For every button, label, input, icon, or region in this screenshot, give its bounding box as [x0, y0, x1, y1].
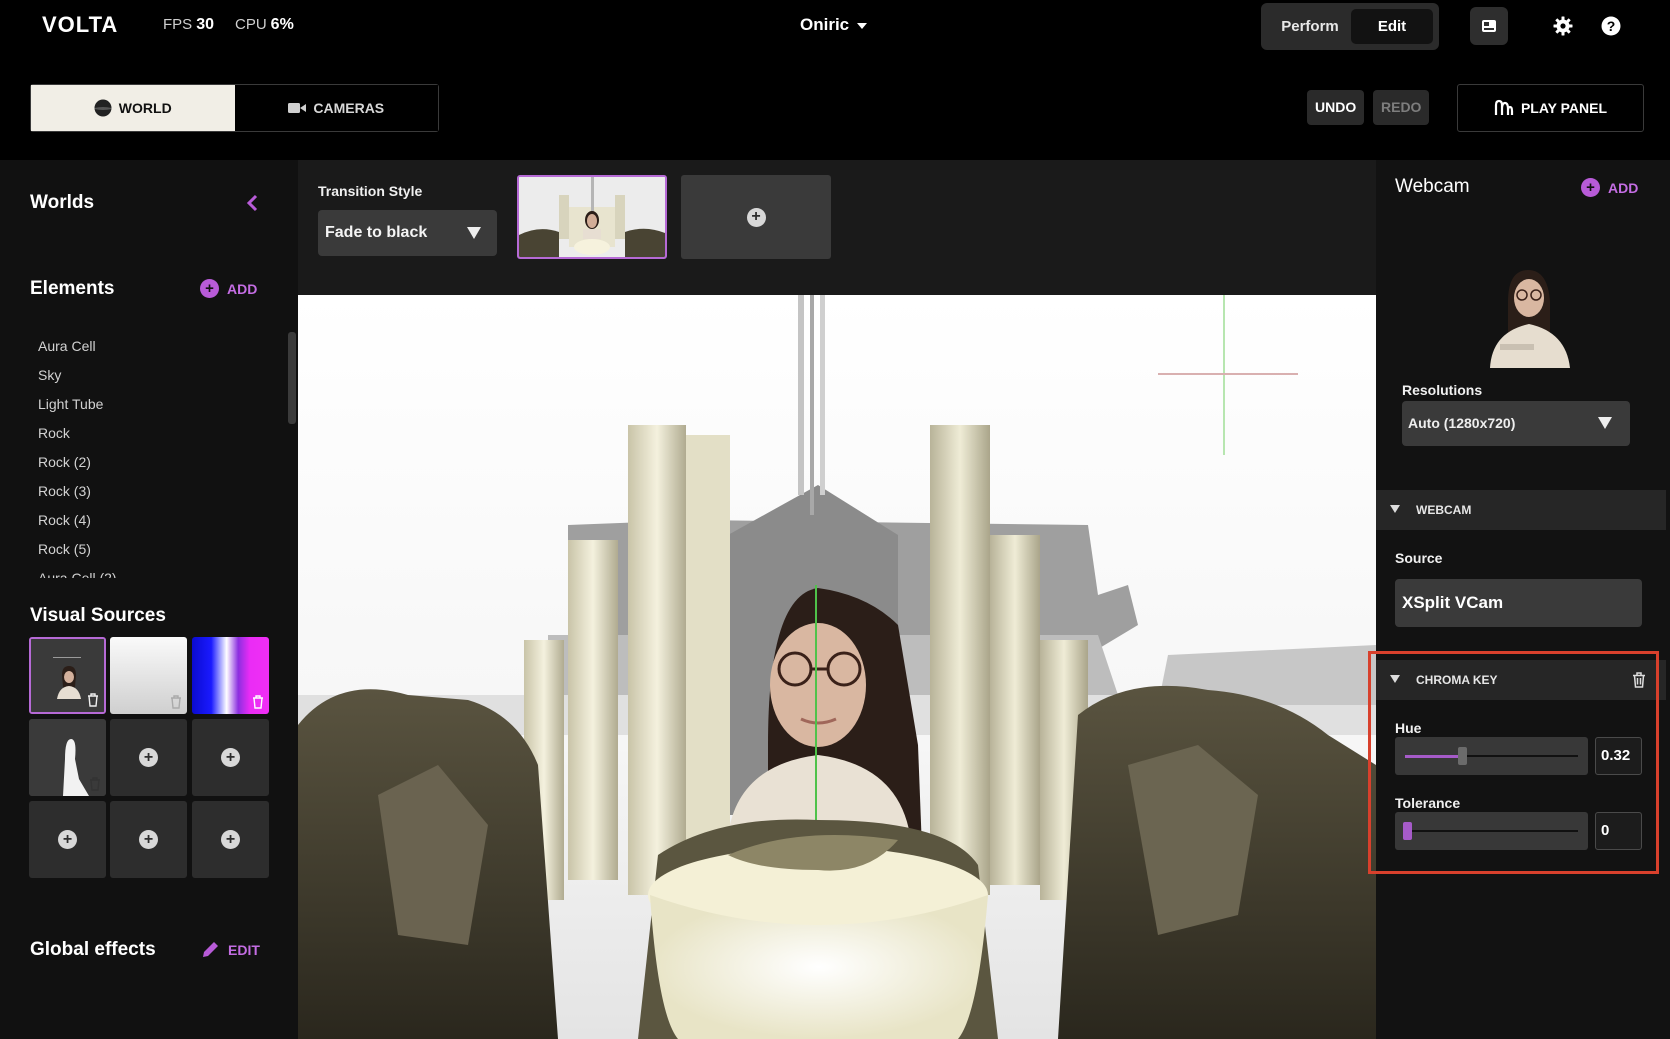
source-field[interactable]: XSplit VCam	[1395, 579, 1642, 627]
scene-viewport[interactable]	[298, 295, 1376, 1039]
add-visual-source-slot[interactable]: +	[29, 801, 106, 878]
collapse-chevron-icon[interactable]	[245, 194, 259, 212]
dropdown-arrow-icon	[1598, 417, 1612, 429]
elements-title: Elements	[30, 278, 115, 299]
transition-style-select[interactable]: Fade to black	[318, 210, 497, 256]
add-element-label: ADD	[227, 280, 258, 297]
resolutions-label: Resolutions	[1402, 382, 1483, 398]
add-visual-source-slot[interactable]: +	[192, 719, 269, 796]
add-visual-source-slot[interactable]: +	[192, 801, 269, 878]
plus-circle-icon: +	[58, 830, 77, 849]
plus-circle-icon: +	[139, 748, 158, 767]
fps-value: 30	[196, 16, 214, 33]
edit-global-effects-label: EDIT	[228, 942, 260, 958]
webcam-section-header[interactable]: WEBCAM	[1376, 490, 1666, 530]
list-item[interactable]: Aura Cell	[38, 332, 278, 361]
project-selector[interactable]: Oniric	[800, 15, 868, 35]
add-visual-source-slot[interactable]: +	[110, 801, 187, 878]
chroma-key-highlight-box	[1368, 651, 1659, 874]
settings-button[interactable]	[1544, 7, 1582, 45]
redo-button[interactable]: REDO	[1373, 90, 1430, 125]
world-thumbnail[interactable]	[517, 175, 667, 259]
add-world-button[interactable]: +	[681, 175, 831, 259]
project-name: Oniric	[800, 15, 850, 34]
list-item[interactable]: Rock (5)	[38, 535, 278, 564]
transition-style-value: Fade to black	[325, 224, 428, 241]
list-item[interactable]: Rock (2)	[38, 448, 278, 477]
list-item[interactable]: Aura Cell (2)	[38, 564, 278, 578]
tab-world[interactable]: WORLD	[31, 85, 235, 131]
add-element-button[interactable]: + ADD	[200, 279, 257, 298]
list-item[interactable]: Light Tube	[38, 390, 278, 419]
gear-icon	[1553, 16, 1573, 36]
cpu-readout: CPU 6%	[235, 16, 294, 34]
plus-circle-icon: +	[221, 830, 240, 849]
visual-source-color-bars[interactable]	[192, 637, 269, 714]
tab-cameras[interactable]: CAMERAS	[234, 85, 438, 131]
tab-cameras-label: CAMERAS	[313, 100, 385, 116]
top-bar: VOLTA FPS 30 CPU 6% Oniric Perform Edit ?	[0, 0, 1670, 52]
worlds-title: Worlds	[30, 192, 95, 213]
trash-icon[interactable]	[89, 777, 101, 791]
view-tabs: WORLD CAMERAS	[30, 84, 439, 132]
undo-button[interactable]: UNDO	[1307, 90, 1365, 125]
plus-circle-icon: +	[1581, 178, 1600, 197]
world-preview-image	[519, 177, 665, 257]
edit-global-effects-button[interactable]: EDIT	[200, 940, 260, 960]
fps-label: FPS	[163, 16, 193, 33]
cpu-value: 6%	[270, 16, 294, 33]
elements-scrollbar[interactable]	[288, 332, 296, 424]
webcam-section-title: WEBCAM	[1416, 503, 1472, 517]
webcam-preview-image	[1480, 262, 1576, 368]
trash-icon[interactable]	[170, 695, 182, 709]
svg-text:?: ?	[1607, 18, 1616, 34]
plus-circle-icon: +	[200, 279, 219, 298]
global-effects-title: Global effects	[30, 939, 156, 960]
fps-readout: FPS 30	[163, 16, 214, 34]
add-visual-source-slot[interactable]: +	[110, 719, 187, 796]
help-button[interactable]: ?	[1592, 7, 1630, 45]
globe-icon	[94, 99, 112, 117]
list-item[interactable]: Rock (3)	[38, 477, 278, 506]
scene-render	[298, 295, 1376, 1039]
list-item[interactable]: Rock (4)	[38, 506, 278, 535]
visual-source-mask[interactable]	[29, 719, 106, 796]
add-property-label: ADD	[1608, 179, 1639, 196]
source-label: Source	[1395, 550, 1443, 566]
list-item[interactable]: Rock	[38, 419, 278, 448]
mode-toggle: Perform Edit	[1261, 3, 1439, 50]
trash-icon[interactable]	[87, 693, 99, 707]
play-panel-button[interactable]: PLAY PANEL	[1457, 84, 1644, 132]
tab-world-label: WORLD	[118, 100, 172, 116]
perform-mode-button[interactable]: Perform	[1269, 9, 1351, 44]
properties-title: Webcam	[1395, 176, 1470, 197]
plus-circle-icon: +	[746, 207, 766, 227]
list-item[interactable]: Sky	[38, 361, 278, 390]
help-icon: ?	[1601, 16, 1621, 36]
resolution-value: Auto (1280x720)	[1408, 415, 1516, 431]
app-logo: VOLTA	[42, 12, 119, 37]
resolution-select[interactable]: Auto (1280x720)	[1402, 401, 1630, 446]
transition-style-label: Transition Style	[318, 183, 423, 199]
elements-list: Aura Cell Sky Light Tube Rock Rock (2) R…	[38, 332, 278, 578]
play-panel-label: PLAY PANEL	[1520, 100, 1608, 116]
dropdown-arrow-icon	[467, 227, 481, 239]
trash-icon[interactable]	[252, 695, 264, 709]
pencil-icon	[203, 942, 218, 957]
collapse-triangle-icon	[1390, 505, 1400, 513]
visual-sources-title: Visual Sources	[30, 605, 166, 626]
visual-source-webcam[interactable]	[29, 637, 106, 714]
picture-icon	[1482, 20, 1496, 32]
edit-mode-button[interactable]: Edit	[1351, 9, 1433, 44]
chevron-down-icon	[857, 22, 868, 29]
preview-window-button[interactable]	[1470, 7, 1508, 45]
waveform-icon	[1494, 99, 1514, 115]
plus-circle-icon: +	[139, 830, 158, 849]
plus-circle-icon: +	[221, 748, 240, 767]
visual-source-gradient[interactable]	[110, 637, 187, 714]
camera-icon	[288, 103, 307, 113]
add-property-button[interactable]: + ADD	[1581, 178, 1638, 197]
cpu-label: CPU	[235, 16, 267, 33]
